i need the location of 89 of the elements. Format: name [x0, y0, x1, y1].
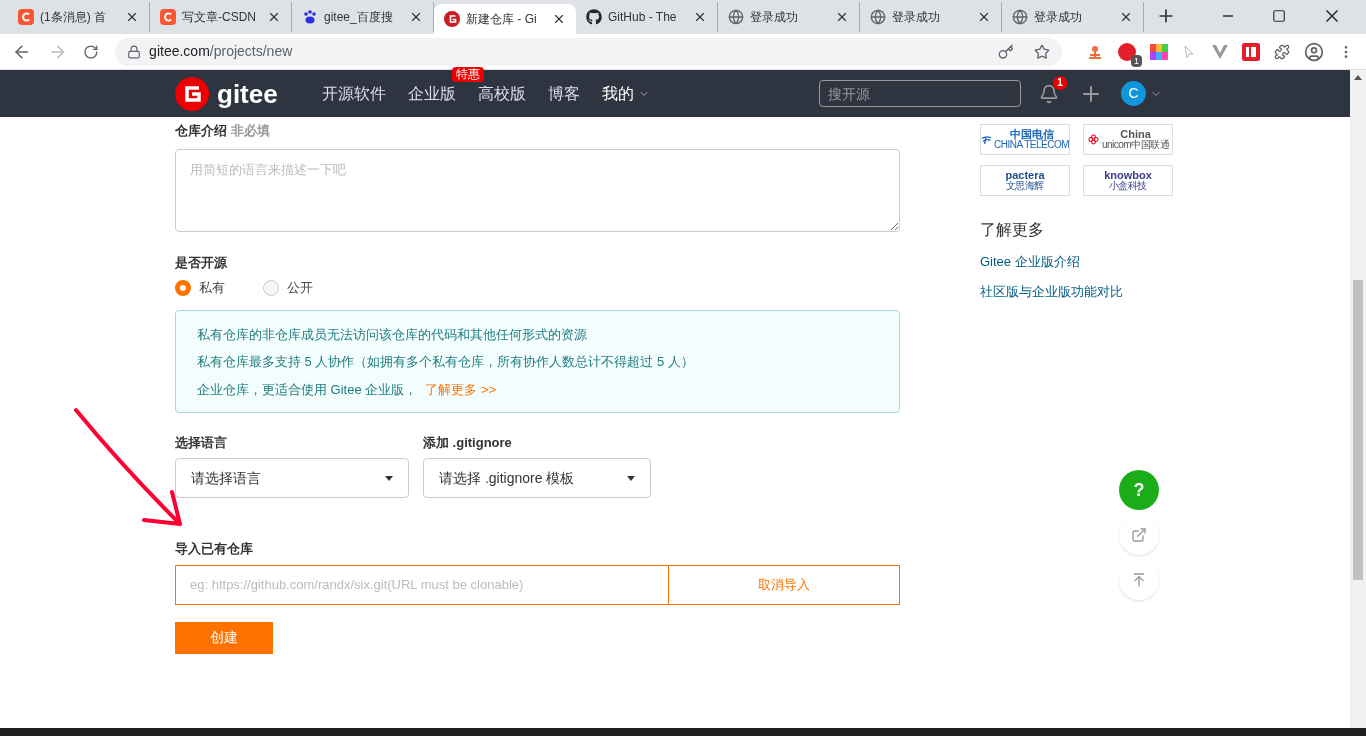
- sidebar-link[interactable]: Gitee 企业版介绍: [980, 252, 1180, 272]
- profile-icon[interactable]: [1304, 41, 1324, 62]
- radio-button[interactable]: [175, 279, 191, 296]
- radio-option[interactable]: 公开: [263, 278, 313, 298]
- tab-title: 登录成功: [892, 9, 941, 26]
- tab-title: 登录成功: [1034, 9, 1083, 26]
- tab-title: gitee_百度搜: [324, 9, 394, 26]
- field-label: 导入已有仓库: [175, 540, 254, 558]
- radio-button[interactable]: [263, 279, 279, 296]
- github-icon: [586, 9, 602, 25]
- chevron-logo-icon[interactable]: [1212, 44, 1228, 59]
- notification-badge: 1: [1053, 75, 1067, 90]
- scrollbar[interactable]: [1350, 70, 1366, 728]
- close-icon[interactable]: [693, 10, 707, 24]
- extensions-icon[interactable]: [1274, 43, 1290, 60]
- browser-tab[interactable]: GitHub - The: [576, 2, 718, 32]
- caret-icon: [385, 475, 393, 481]
- logo-name: China: [1120, 129, 1151, 140]
- radio-option[interactable]: 私有: [175, 278, 225, 298]
- promo-badge: 特惠: [451, 66, 484, 82]
- field-label: 是否开源: [175, 253, 228, 272]
- field-label: 添加 .gitignore: [423, 433, 513, 452]
- close-icon[interactable]: [552, 12, 566, 26]
- nav-link[interactable]: 我的: [601, 81, 634, 106]
- csdn-logo-icon: [18, 9, 34, 25]
- search-field[interactable]: 搜开源: [819, 80, 1021, 107]
- url-text: gitee.com/projects/new: [149, 42, 294, 61]
- globe-icon: [728, 9, 744, 25]
- browser-tab[interactable]: (1条消息) 首: [8, 2, 150, 32]
- globe-icon: [870, 9, 886, 25]
- browser-tab[interactable]: 写文章-CSDN: [150, 2, 292, 32]
- tab-title: 登录成功: [750, 9, 799, 26]
- select-dropdown[interactable]: 请选择 .gitignore 模板: [423, 458, 651, 498]
- close-icon[interactable]: [409, 10, 423, 24]
- logo-name: pactera: [1005, 170, 1045, 181]
- tab-title: 新建仓库 - Gi: [466, 11, 538, 28]
- section-title: 了解更多: [980, 220, 1045, 240]
- notification-bell-icon[interactable]: [1039, 83, 1059, 104]
- logo-name: 中国电信: [1009, 129, 1054, 140]
- close-icon[interactable]: [977, 10, 991, 24]
- nav-link[interactable]: 开源软件: [321, 81, 386, 106]
- fe-icon[interactable]: [1242, 42, 1260, 61]
- notice-text: 企业仓库，更适合使用 Gitee 企业版，: [197, 380, 418, 399]
- tab-title: GitHub - The: [608, 9, 678, 26]
- logo-subtitle: 小盒科技: [1109, 181, 1147, 191]
- nav-link[interactable]: 企业版: [407, 81, 456, 106]
- bookmark-star-icon[interactable]: [1034, 43, 1050, 60]
- arrow-up-icon: [1131, 572, 1147, 588]
- nav-link[interactable]: 高校版: [477, 81, 526, 106]
- address-bar[interactable]: gitee.com/projects/new: [115, 37, 1062, 66]
- scroll-up-icon[interactable]: [1354, 75, 1362, 80]
- browser-tab[interactable]: 登录成功: [718, 2, 860, 32]
- logo-subtitle: unicom中国联通: [1101, 140, 1170, 150]
- adblock-icon[interactable]: [1118, 42, 1136, 61]
- field-label: 选择语言: [175, 433, 228, 452]
- repository-url-field[interactable]: eg: https://github.com/randx/six.git(URL must be clonable): [175, 564, 669, 605]
- sidebar-link[interactable]: 社区版与企业版功能对比: [980, 281, 1180, 301]
- gitee-logo[interactable]: gitee: [175, 76, 278, 111]
- select-dropdown[interactable]: 请选择语言: [175, 458, 409, 498]
- close-icon[interactable]: [835, 10, 849, 24]
- browser-tab[interactable]: 登录成功: [1002, 2, 1144, 32]
- logo-name: knowbox: [1104, 170, 1152, 181]
- tab-title: 写文章-CSDN: [182, 9, 257, 26]
- lock-icon: [127, 44, 142, 59]
- logo-subtitle: CHINA TELECOM: [994, 140, 1069, 150]
- csdn-logo-icon: [160, 9, 176, 25]
- share-icon: [1131, 527, 1147, 543]
- close-icon[interactable]: [125, 10, 139, 24]
- reload-icon[interactable]: [83, 43, 100, 60]
- globe-icon: [1012, 9, 1028, 25]
- knot-icon: [1086, 134, 1100, 145]
- color-grid-icon[interactable]: [1150, 43, 1168, 60]
- restore-icon[interactable]: [1272, 9, 1286, 23]
- notice-text: 私有仓库最多支持 5 人协作（如拥有多个私有仓库，所有协作人数总计不得超过 5 人）: [197, 353, 695, 371]
- browser-tab[interactable]: 登录成功: [860, 2, 1002, 32]
- close-icon[interactable]: [267, 10, 281, 24]
- tab-title: (1条消息) 首: [40, 9, 107, 26]
- gitee-logo-icon: [175, 76, 209, 111]
- key-icon[interactable]: [998, 43, 1014, 60]
- notice-text: 私有仓库的非仓库成员无法访问该仓库的代码和其他任何形式的资源: [197, 325, 588, 344]
- logo-subtitle: 文思海辉: [1006, 181, 1044, 191]
- field-label: 仓库介绍 非必填: [175, 122, 271, 140]
- paw-icon: [302, 9, 318, 25]
- browser-tab[interactable]: 新建仓库 - Gi: [434, 4, 576, 34]
- close-icon[interactable]: [1119, 10, 1133, 24]
- caret-icon: [627, 475, 635, 481]
- logo-text: gitee: [217, 80, 278, 107]
- nav-link[interactable]: 博客: [547, 81, 580, 106]
- gitee-logo-icon: [444, 11, 460, 27]
